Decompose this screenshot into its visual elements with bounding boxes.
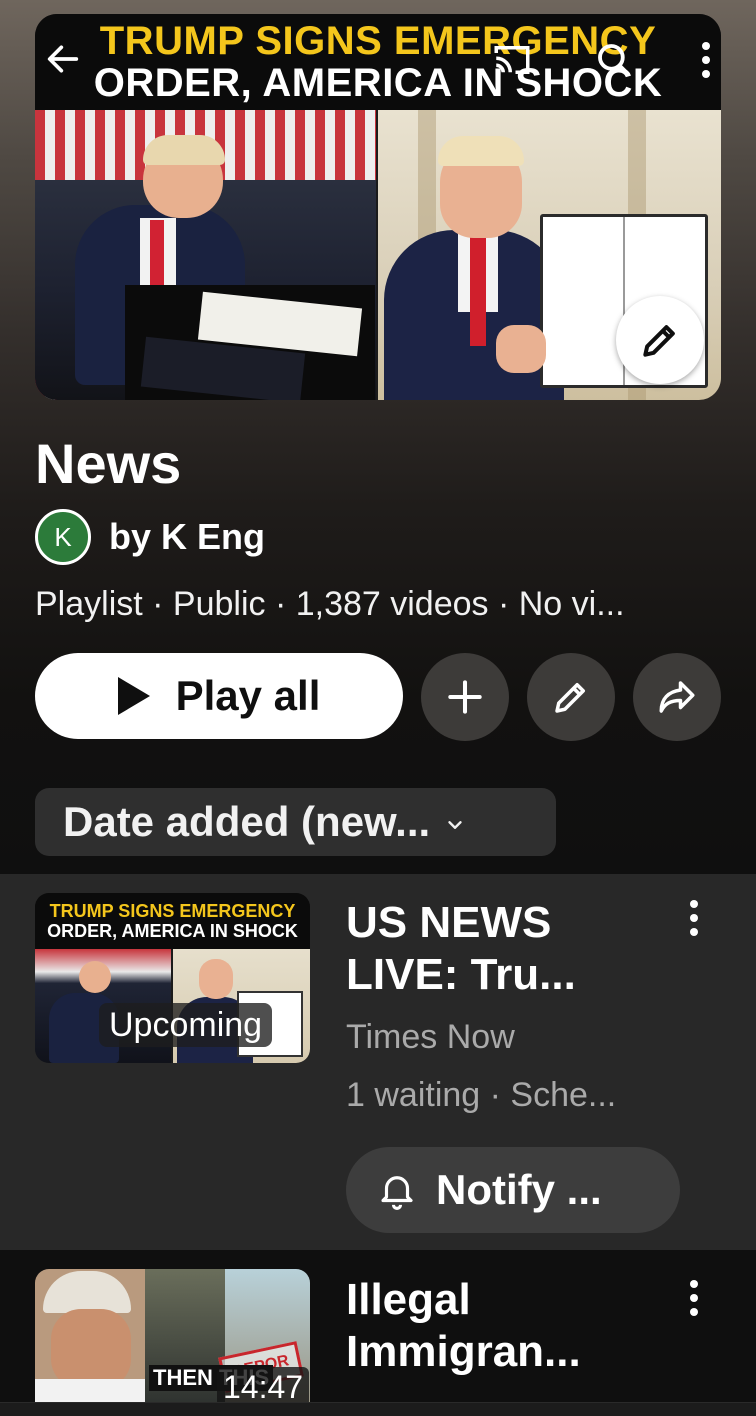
sort-dropdown[interactable]: Date added (new... — [35, 788, 556, 856]
playlist-meta: Playlist · Public · 1,387 videos · No vi… — [35, 585, 625, 623]
video-stats: 1 waiting · Sche... — [346, 1076, 617, 1114]
video-thumbnail[interactable]: DEPOR THEN THIS 14:47 — [35, 1269, 310, 1403]
thumbnail-banner-line1: TRUMP SIGNS EMERGENCY — [99, 19, 657, 63]
notify-label: Notify ... — [436, 1166, 602, 1213]
video-thumbnail[interactable]: TRUMP SIGNS EMERGENCY ORDER, AMERICA IN … — [35, 893, 310, 1063]
pencil-icon — [643, 325, 675, 357]
play-all-button[interactable]: Play all — [35, 653, 403, 739]
sort-selected-label: Date added (new... — [63, 798, 431, 845]
more-vert-icon — [690, 1280, 698, 1316]
owner-name[interactable]: by K Eng — [109, 516, 265, 558]
video-title[interactable]: US NEWS LIVE: Tru... — [346, 897, 666, 1001]
duration-badge: 14:47 — [217, 1367, 310, 1403]
video-thumbnail-line2: ORDER, AMERICA IN SHOCK — [47, 921, 298, 941]
playlist-owner[interactable]: K by K Eng — [35, 508, 265, 566]
bottom-navigation-edge — [0, 1402, 756, 1416]
edit-playlist-button[interactable] — [527, 653, 615, 741]
playlist-title: News — [35, 432, 182, 495]
cast-button[interactable] — [486, 34, 538, 86]
video-channel[interactable]: Times Now — [346, 1018, 515, 1057]
plus-icon — [448, 680, 482, 714]
thumbnail-banner-line2: ORDER, AMERICA IN SHOCK — [93, 61, 663, 105]
add-to-playlist-button[interactable] — [421, 653, 509, 741]
upcoming-badge: Upcoming — [99, 1003, 273, 1047]
video-thumbnail-line1: TRUMP SIGNS EMERGENCY — [49, 901, 296, 921]
edit-thumbnail-button[interactable] — [616, 296, 704, 384]
avatar-letter: K — [54, 521, 72, 552]
thumbnail-left-photo — [35, 110, 376, 400]
notify-me-button[interactable]: Notify ... — [346, 1147, 680, 1233]
search-icon — [598, 44, 630, 76]
share-button[interactable] — [633, 653, 721, 741]
search-button[interactable] — [588, 34, 640, 86]
share-icon — [659, 681, 695, 713]
back-arrow-icon — [47, 45, 79, 73]
video-title[interactable]: Illegal Immigran... — [346, 1274, 666, 1378]
back-button[interactable] — [38, 34, 88, 84]
more-vert-icon — [690, 900, 698, 936]
pencil-icon — [555, 683, 585, 713]
video-more-button[interactable] — [676, 888, 712, 948]
video-thumbnail-banner: TRUMP SIGNS EMERGENCY ORDER, AMERICA IN … — [35, 893, 310, 949]
avatar[interactable]: K — [35, 509, 91, 565]
more-vert-icon — [702, 42, 710, 78]
play-all-label: Play all — [175, 672, 321, 719]
more-options-button[interactable] — [690, 34, 722, 86]
chevron-down-icon — [444, 798, 466, 846]
play-icon — [117, 677, 150, 715]
bell-icon — [376, 1169, 418, 1211]
cast-icon — [494, 46, 530, 74]
video-more-button[interactable] — [676, 1268, 712, 1328]
